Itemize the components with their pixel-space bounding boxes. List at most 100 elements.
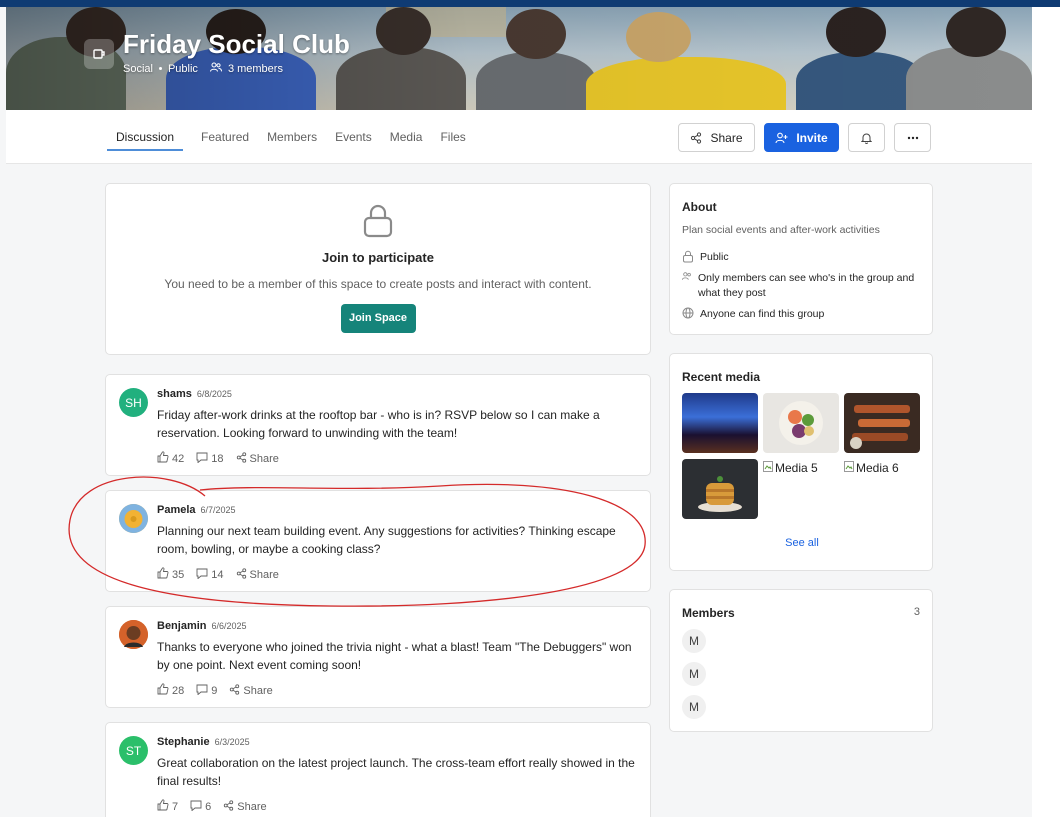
post-share-button[interactable]: Share xyxy=(223,799,267,814)
thumbs-up-icon xyxy=(157,451,169,466)
more-options-button[interactable] xyxy=(894,123,931,152)
avatar[interactable]: SH xyxy=(119,388,148,417)
comment-icon xyxy=(196,452,208,466)
media-thumbnail-pancakes[interactable] xyxy=(682,459,758,519)
tab-list: Discussion Featured Members Events Media… xyxy=(106,110,484,164)
post-card: Pamela 6/7/2025 Planning our next team bu… xyxy=(105,490,651,592)
group-meta: Social Public 3 members xyxy=(123,62,283,75)
share-label: Share xyxy=(243,684,273,697)
like-button[interactable]: 28 xyxy=(157,683,184,698)
see-all-media-link[interactable]: See all xyxy=(670,537,934,549)
broken-image-icon xyxy=(763,461,773,475)
lock-icon xyxy=(682,250,694,268)
share-button[interactable]: Share xyxy=(678,123,755,152)
space-actions: Share Invite xyxy=(678,123,931,152)
media-thumbnail-salad[interactable] xyxy=(763,393,839,453)
group-category: Social xyxy=(123,62,153,75)
group-member-count: 3 members xyxy=(227,62,283,75)
post-author-name[interactable]: shams xyxy=(157,388,192,400)
avatar[interactable] xyxy=(119,504,148,533)
post-author-name[interactable]: Pamela xyxy=(157,504,196,516)
members-icon xyxy=(209,62,222,75)
media-thumbnail-broken[interactable]: Media 6 xyxy=(844,461,899,475)
tab-media[interactable]: Media xyxy=(390,110,423,164)
member-avatar[interactable]: M xyxy=(682,662,706,686)
member-avatar[interactable]: M xyxy=(682,629,706,653)
members-title: Members xyxy=(682,606,735,620)
join-card: Join to participate You need to be a mem… xyxy=(105,183,651,355)
group-title: Friday Social Club xyxy=(123,29,350,59)
comment-button[interactable]: 14 xyxy=(196,568,224,582)
like-count: 35 xyxy=(172,568,185,581)
comment-count: 18 xyxy=(211,452,224,465)
notifications-button[interactable] xyxy=(848,123,885,152)
post-share-button[interactable]: Share xyxy=(236,451,279,466)
join-message: You need to be a member of this space to… xyxy=(164,277,592,291)
post-stats: 35 14 Share xyxy=(157,567,291,582)
share-label: Share xyxy=(249,568,279,581)
tab-discussion[interactable]: Discussion xyxy=(106,110,184,164)
avatar[interactable] xyxy=(119,620,148,649)
thumbs-up-icon xyxy=(157,799,169,814)
lock-icon xyxy=(362,204,394,238)
post-date: 6/6/2025 xyxy=(211,621,247,631)
media-thumbnail-skewers[interactable] xyxy=(844,393,920,453)
post-share-button[interactable]: Share xyxy=(229,683,273,698)
globe-icon xyxy=(682,307,694,324)
comment-count: 14 xyxy=(211,568,224,581)
thumbs-up-icon xyxy=(157,683,169,698)
about-findable: Anyone can find this group xyxy=(700,308,825,320)
post-text: Great collaboration on the latest projec… xyxy=(157,756,635,788)
comment-button[interactable]: 9 xyxy=(196,684,217,698)
post-text: Thanks to everyone who joined the trivia… xyxy=(157,640,632,672)
comment-button[interactable]: 6 xyxy=(190,800,211,814)
tab-featured[interactable]: Featured xyxy=(201,110,249,164)
like-button[interactable]: 7 xyxy=(157,799,178,814)
invite-button[interactable]: Invite xyxy=(764,123,839,152)
about-title: About xyxy=(682,200,717,214)
post-stats: 7 6 Share xyxy=(157,799,279,814)
post-author[interactable]: Stephanie 6/3/2025 xyxy=(157,736,250,748)
like-count: 7 xyxy=(172,800,179,813)
recent-media-panel: Recent media Media 5 Media 6 See all xyxy=(669,353,933,571)
tab-files[interactable]: Files xyxy=(440,110,465,164)
share-icon xyxy=(690,131,702,144)
bell-icon xyxy=(861,132,872,144)
like-count: 42 xyxy=(172,452,185,465)
top-accent-bar xyxy=(0,0,1060,7)
share-label: Share xyxy=(249,452,279,465)
join-space-button[interactable]: Join Space xyxy=(340,304,416,333)
post-author[interactable]: shams 6/8/2025 xyxy=(157,388,232,400)
avatar[interactable]: ST xyxy=(119,736,148,765)
post-stats: 28 9 Share xyxy=(157,683,285,698)
member-avatar[interactable]: M xyxy=(682,695,706,719)
post-author[interactable]: Benjamin 6/6/2025 xyxy=(157,620,247,632)
like-button[interactable]: 42 xyxy=(157,451,184,466)
group-icon xyxy=(84,39,114,69)
post-card: Benjamin 6/6/2025 Thanks to everyone who … xyxy=(105,606,651,708)
people-icon xyxy=(682,271,692,286)
tab-members[interactable]: Members xyxy=(267,110,317,164)
about-description: Plan social events and after-work activi… xyxy=(682,224,880,236)
media-thumbnail-concert[interactable] xyxy=(682,393,758,453)
post-stats: 42 18 Share xyxy=(157,451,291,466)
media-thumbnail-broken[interactable]: Media 5 xyxy=(763,461,818,475)
about-panel: About Plan social events and after-work … xyxy=(669,183,933,335)
like-button[interactable]: 35 xyxy=(157,567,184,582)
post-card: ST Stephanie 6/3/2025 Great collaboration… xyxy=(105,722,651,817)
post-author-name[interactable]: Stephanie xyxy=(157,736,210,748)
comment-icon xyxy=(196,568,208,582)
tab-events[interactable]: Events xyxy=(335,110,372,164)
post-share-button[interactable]: Share xyxy=(236,567,279,582)
post-author-name[interactable]: Benjamin xyxy=(157,620,207,632)
comment-button[interactable]: 18 xyxy=(196,452,224,466)
post-author[interactable]: Pamela 6/7/2025 xyxy=(157,504,236,516)
about-privacy: Only members can see who's in the group … xyxy=(698,272,915,299)
comment-icon xyxy=(190,800,202,814)
comment-icon xyxy=(196,684,208,698)
comment-count: 6 xyxy=(205,800,212,813)
share-icon xyxy=(223,799,234,814)
media-alt-text: Media 5 xyxy=(775,461,818,475)
comment-count: 9 xyxy=(211,684,218,697)
about-public: Public xyxy=(700,251,729,263)
